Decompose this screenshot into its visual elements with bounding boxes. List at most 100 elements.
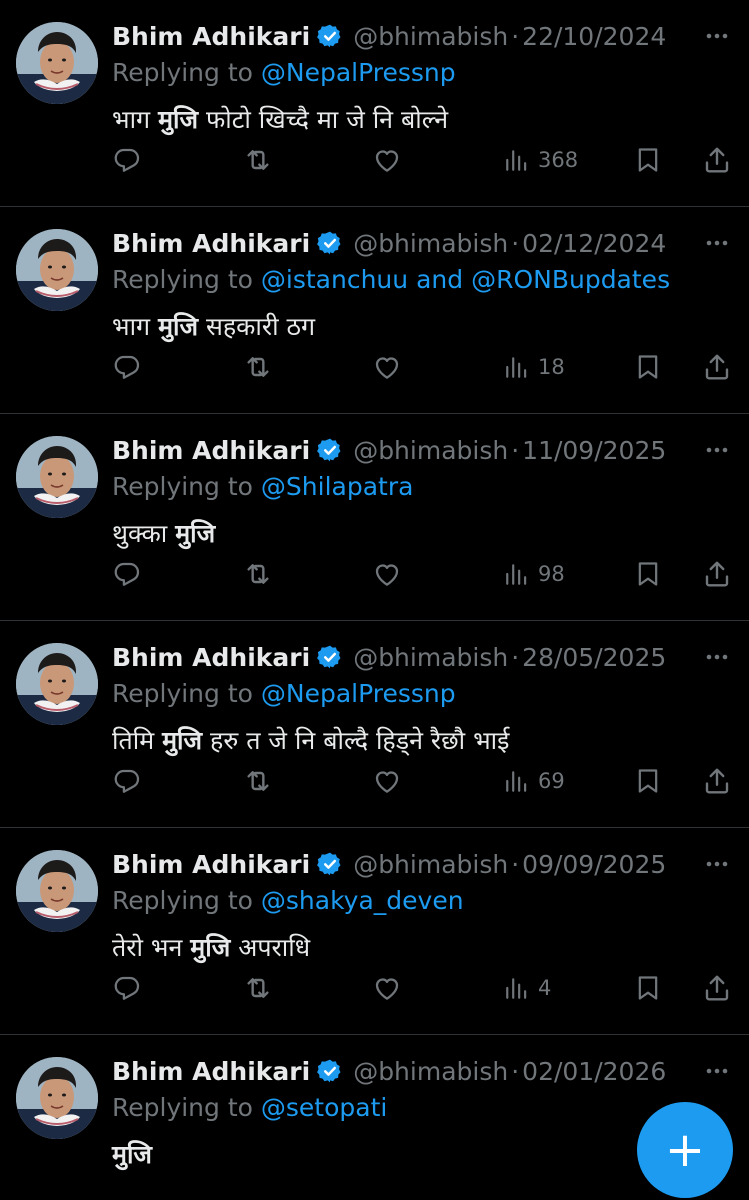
tweet-text: मुजि xyxy=(112,1137,152,1171)
tweet-date[interactable]: 22/10/2024 xyxy=(522,22,666,51)
view-count: 4 xyxy=(538,976,552,1000)
bookmark-icon[interactable] xyxy=(634,554,662,594)
retweet-icon[interactable] xyxy=(242,968,274,1008)
more-options-icon[interactable] xyxy=(703,22,731,50)
tweet-date[interactable]: 11/09/2025 xyxy=(522,436,666,465)
reply-icon[interactable] xyxy=(112,554,142,594)
views-button[interactable]: 4 xyxy=(504,968,551,1008)
tweet-date[interactable]: 28/05/2025 xyxy=(522,643,666,672)
tweet-text-pre: थुक्का xyxy=(112,519,176,548)
tweet-text: तेरो भन मुजि अपराधि xyxy=(112,930,310,964)
replying-label: Replying to xyxy=(112,472,253,501)
tweet-actions: 368 xyxy=(112,140,732,180)
user-handle[interactable]: @bhimabish xyxy=(353,1057,508,1086)
verified-badge-icon xyxy=(317,851,343,877)
more-options-icon[interactable] xyxy=(703,229,731,257)
tweet[interactable]: Bhim Adhikari @bhimabish · 09/09/2025 Re… xyxy=(0,828,749,1035)
user-handle[interactable]: @bhimabish xyxy=(353,850,508,879)
more-options-icon[interactable] xyxy=(703,1057,731,1085)
views-button[interactable]: 368 xyxy=(504,140,578,180)
verified-badge-icon xyxy=(317,437,343,463)
tweet[interactable]: Bhim Adhikari @bhimabish · 28/05/2025 Re… xyxy=(0,621,749,828)
heart-icon[interactable] xyxy=(372,761,402,801)
tweet-text: थुक्का मुजि xyxy=(112,516,215,550)
views-chart-icon xyxy=(504,354,530,380)
tweet-date[interactable]: 02/12/2024 xyxy=(522,229,666,258)
mention-link[interactable]: @RONBupdates xyxy=(471,265,670,294)
user-handle[interactable]: @bhimabish xyxy=(353,436,508,465)
heart-icon[interactable] xyxy=(372,968,402,1008)
share-icon[interactable] xyxy=(702,761,732,801)
display-name[interactable]: Bhim Adhikari xyxy=(112,436,310,465)
compose-tweet-button[interactable]: + xyxy=(637,1102,733,1198)
replying-label: Replying to xyxy=(112,679,253,708)
bookmark-icon[interactable] xyxy=(634,968,662,1008)
tweet-text: तिमि मुजि हरु त जे नि बोल्दै हिड्ने रैछौ… xyxy=(112,723,509,757)
tweet-actions: 18 xyxy=(112,347,732,387)
mention-link[interactable]: @istanchuu xyxy=(261,265,408,294)
tweet[interactable]: Bhim Adhikari @bhimabish · 02/01/2026 Re… xyxy=(0,1035,749,1200)
tweet-text-pre: भाग xyxy=(112,105,159,134)
reply-icon[interactable] xyxy=(112,968,142,1008)
tweet-actions: 69 xyxy=(112,761,732,801)
display-name[interactable]: Bhim Adhikari xyxy=(112,229,310,258)
retweet-icon[interactable] xyxy=(242,140,274,180)
heart-icon[interactable] xyxy=(372,140,402,180)
display-name[interactable]: Bhim Adhikari xyxy=(112,22,310,51)
reply-icon[interactable] xyxy=(112,140,142,180)
tweet-text-bold: मुजि xyxy=(175,519,216,548)
more-options-icon[interactable] xyxy=(703,850,731,878)
retweet-icon[interactable] xyxy=(242,347,274,387)
views-button[interactable]: 18 xyxy=(504,347,565,387)
replying-label: Replying to xyxy=(112,886,253,915)
tweet-header: Bhim Adhikari @bhimabish · 28/05/2025 xyxy=(112,639,666,675)
view-count: 98 xyxy=(538,562,565,586)
user-handle[interactable]: @bhimabish xyxy=(353,229,508,258)
separator-dot: · xyxy=(511,642,520,672)
share-icon[interactable] xyxy=(702,140,732,180)
share-icon[interactable] xyxy=(702,347,732,387)
share-icon[interactable] xyxy=(702,968,732,1008)
avatar[interactable] xyxy=(16,436,98,518)
tweet-date[interactable]: 02/01/2026 xyxy=(522,1057,666,1086)
verified-badge-icon xyxy=(317,230,343,256)
avatar[interactable] xyxy=(16,850,98,932)
separator-dot: · xyxy=(511,435,520,465)
views-button[interactable]: 98 xyxy=(504,554,565,594)
mention-link[interactable]: @shakya_deven xyxy=(261,886,464,915)
avatar[interactable] xyxy=(16,22,98,104)
avatar[interactable] xyxy=(16,643,98,725)
more-options-icon[interactable] xyxy=(703,436,731,464)
display-name[interactable]: Bhim Adhikari xyxy=(112,643,310,672)
bookmark-icon[interactable] xyxy=(634,761,662,801)
bookmark-icon[interactable] xyxy=(634,140,662,180)
bookmark-icon[interactable] xyxy=(634,347,662,387)
mention-link[interactable]: @NepalPressnp xyxy=(261,679,456,708)
avatar[interactable] xyxy=(16,229,98,311)
share-icon[interactable] xyxy=(702,554,732,594)
tweet-date[interactable]: 09/09/2025 xyxy=(522,850,666,879)
user-handle[interactable]: @bhimabish xyxy=(353,643,508,672)
separator-dot: · xyxy=(511,849,520,879)
mention-link[interactable]: @Shilapatra xyxy=(261,472,414,501)
more-options-icon[interactable] xyxy=(703,643,731,671)
mention-conjunction: and xyxy=(416,265,464,294)
heart-icon[interactable] xyxy=(372,347,402,387)
replying-to: Replying to @setopati xyxy=(112,1093,387,1122)
tweet[interactable]: Bhim Adhikari @bhimabish · 02/12/2024 Re… xyxy=(0,207,749,414)
reply-icon[interactable] xyxy=(112,761,142,801)
heart-icon[interactable] xyxy=(372,554,402,594)
display-name[interactable]: Bhim Adhikari xyxy=(112,850,310,879)
retweet-icon[interactable] xyxy=(242,761,274,801)
mention-link[interactable]: @setopati xyxy=(261,1093,387,1122)
avatar[interactable] xyxy=(16,1057,98,1139)
mention-link[interactable]: @NepalPressnp xyxy=(261,58,456,87)
tweet[interactable]: Bhim Adhikari @bhimabish · 11/09/2025 Re… xyxy=(0,414,749,621)
verified-badge-icon xyxy=(317,1058,343,1084)
display-name[interactable]: Bhim Adhikari xyxy=(112,1057,310,1086)
user-handle[interactable]: @bhimabish xyxy=(353,22,508,51)
reply-icon[interactable] xyxy=(112,347,142,387)
views-button[interactable]: 69 xyxy=(504,761,565,801)
tweet[interactable]: Bhim Adhikari @bhimabish · 22/10/2024 Re… xyxy=(0,0,749,207)
retweet-icon[interactable] xyxy=(242,554,274,594)
